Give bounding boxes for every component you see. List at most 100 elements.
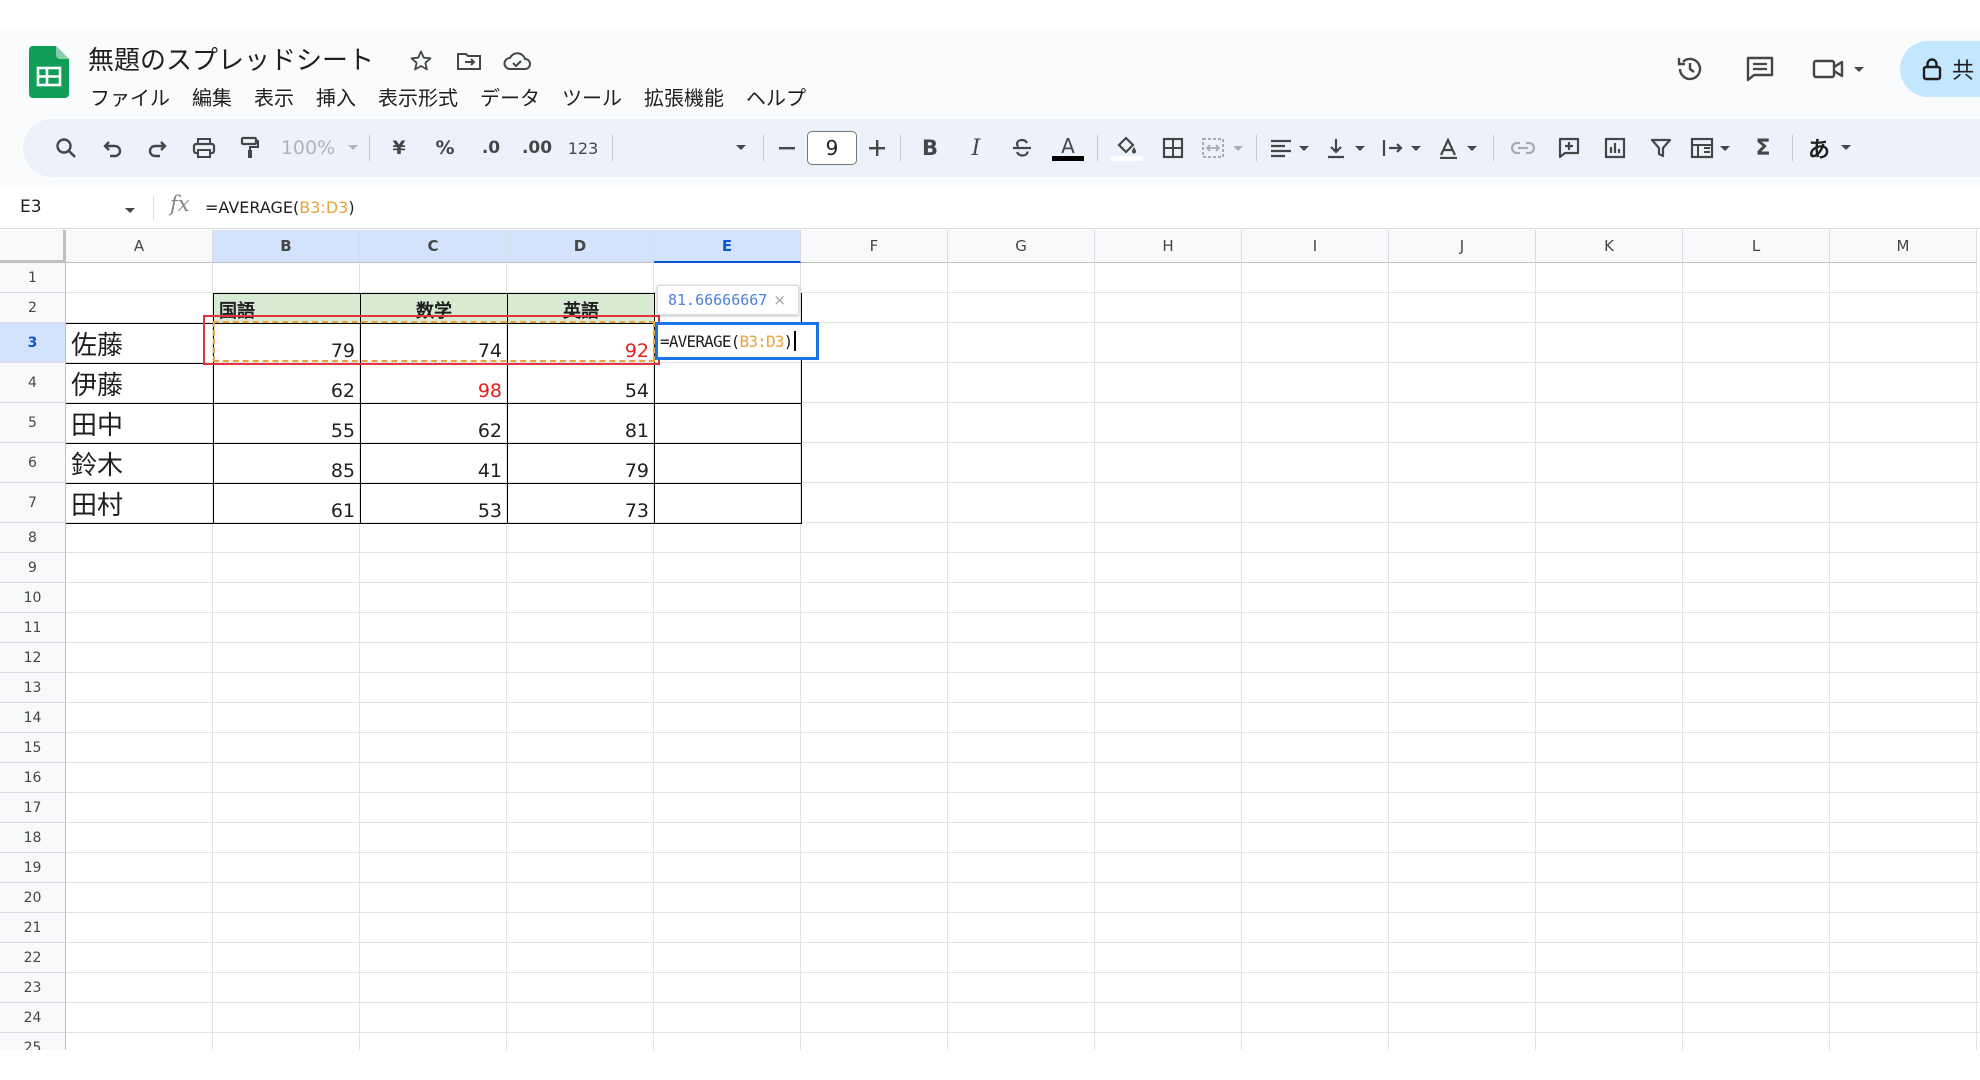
column-header-g[interactable]: G: [948, 230, 1095, 263]
version-history-icon[interactable]: [1670, 49, 1710, 89]
column-header-d[interactable]: D: [507, 230, 654, 263]
cloud-status-icon[interactable]: [500, 44, 534, 78]
zoom-dropdown-icon[interactable]: [343, 128, 363, 168]
menu-format[interactable]: 表示形式: [367, 78, 469, 115]
row-header-4[interactable]: 4: [0, 363, 66, 403]
input-tools-button[interactable]: あ: [1799, 128, 1863, 168]
score-cell[interactable]: 85: [213, 443, 361, 484]
insert-link-icon[interactable]: [1500, 128, 1546, 168]
average-cell[interactable]: [654, 483, 802, 524]
decrease-font-size-icon[interactable]: [770, 128, 804, 168]
row-header-14[interactable]: 14: [0, 703, 66, 733]
row-header-15[interactable]: 15: [0, 733, 66, 763]
row-header-22[interactable]: 22: [0, 943, 66, 973]
name-box-dropdown-icon[interactable]: [124, 200, 136, 219]
filter-views-icon[interactable]: [1684, 128, 1740, 168]
menu-view[interactable]: 表示: [243, 78, 305, 115]
vertical-align-icon[interactable]: [1319, 128, 1375, 168]
column-header-a[interactable]: A: [66, 230, 213, 263]
student-name-cell[interactable]: 伊藤: [66, 363, 214, 404]
column-header-m[interactable]: M: [1830, 230, 1977, 263]
currency-format-button[interactable]: ¥: [376, 128, 422, 168]
sheets-logo[interactable]: [29, 46, 69, 98]
row-header-19[interactable]: 19: [0, 853, 66, 883]
student-name-cell[interactable]: 田村: [66, 483, 214, 524]
menu-tools[interactable]: ツール: [551, 78, 633, 115]
row-header-25[interactable]: 25: [0, 1033, 66, 1050]
horizontal-align-icon[interactable]: [1263, 128, 1319, 168]
row-header-17[interactable]: 17: [0, 793, 66, 823]
row-header-1[interactable]: 1: [0, 263, 66, 293]
spreadsheet-grid[interactable]: A B C D E F G H I J K L M 1 2 3 4 5 6 7 8 9 10 11 12 13 14 15 16 17 18…: [0, 230, 1980, 1050]
fill-color-icon[interactable]: [1104, 128, 1150, 168]
score-cell[interactable]: 54: [507, 363, 655, 404]
menu-edit[interactable]: 編集: [181, 78, 243, 115]
score-cell[interactable]: 79: [507, 443, 655, 484]
score-cell[interactable]: 73: [507, 483, 655, 524]
row-header-13[interactable]: 13: [0, 673, 66, 703]
insert-chart-icon[interactable]: [1592, 128, 1638, 168]
row-header-20[interactable]: 20: [0, 883, 66, 913]
row-header-18[interactable]: 18: [0, 823, 66, 853]
italic-button[interactable]: I: [953, 128, 999, 168]
row-header-9[interactable]: 9: [0, 553, 66, 583]
score-cell[interactable]: 62: [360, 403, 508, 444]
column-header-e[interactable]: E: [654, 230, 801, 263]
insert-comment-icon[interactable]: [1546, 128, 1592, 168]
percent-format-button[interactable]: %: [422, 128, 468, 168]
column-header-h[interactable]: H: [1095, 230, 1242, 263]
student-name-cell[interactable]: 鈴木: [66, 443, 214, 484]
name-box[interactable]: E3: [20, 197, 42, 217]
row-header-6[interactable]: 6: [0, 443, 66, 483]
redo-icon[interactable]: [135, 128, 181, 168]
row-header-23[interactable]: 23: [0, 973, 66, 1003]
row-header-16[interactable]: 16: [0, 763, 66, 793]
row-header-3[interactable]: 3: [0, 323, 66, 363]
font-family-select[interactable]: [619, 128, 757, 168]
text-color-button[interactable]: A: [1045, 128, 1091, 168]
undo-icon[interactable]: [89, 128, 135, 168]
strikethrough-icon[interactable]: [999, 128, 1045, 168]
score-cell[interactable]: 55: [213, 403, 361, 444]
filter-icon[interactable]: [1638, 128, 1684, 168]
move-folder-icon[interactable]: [452, 44, 486, 78]
select-all-corner[interactable]: [0, 230, 66, 263]
bold-button[interactable]: B: [907, 128, 953, 168]
menu-insert[interactable]: 挿入: [305, 78, 367, 115]
row-header-5[interactable]: 5: [0, 403, 66, 443]
row-header-11[interactable]: 11: [0, 613, 66, 643]
score-cell[interactable]: 98: [360, 363, 508, 404]
functions-button[interactable]: Σ: [1740, 128, 1786, 168]
score-cell[interactable]: 81: [507, 403, 655, 444]
meet-icon[interactable]: [1810, 49, 1872, 89]
column-header-c[interactable]: C: [360, 230, 507, 263]
column-header-l[interactable]: L: [1683, 230, 1830, 263]
row-header-21[interactable]: 21: [0, 913, 66, 943]
cell-editor-e3[interactable]: =AVERAGE(B3:D3): [655, 322, 819, 360]
row-header-7[interactable]: 7: [0, 483, 66, 523]
comments-icon[interactable]: [1740, 49, 1780, 89]
student-name-cell[interactable]: 佐藤: [66, 323, 214, 364]
formula-input[interactable]: =AVERAGE(B3:D3): [205, 198, 355, 217]
row-header-8[interactable]: 8: [0, 523, 66, 553]
star-icon[interactable]: [404, 44, 438, 78]
menu-extensions[interactable]: 拡張機能: [633, 78, 735, 115]
column-header-b[interactable]: B: [213, 230, 360, 263]
increase-font-size-icon[interactable]: [860, 128, 894, 168]
zoom-select[interactable]: 100%: [273, 128, 343, 168]
column-header-k[interactable]: K: [1536, 230, 1683, 263]
close-icon[interactable]: ×: [773, 291, 786, 309]
average-cell[interactable]: [654, 363, 802, 404]
paint-format-icon[interactable]: [227, 128, 273, 168]
column-header-i[interactable]: I: [1242, 230, 1389, 263]
menu-help[interactable]: ヘルプ: [735, 78, 817, 115]
search-menus-icon[interactable]: [43, 128, 89, 168]
print-icon[interactable]: [181, 128, 227, 168]
average-cell[interactable]: [654, 443, 802, 484]
column-header-j[interactable]: J: [1389, 230, 1536, 263]
font-size-input[interactable]: 9: [807, 131, 857, 165]
document-title[interactable]: 無題のスプレッドシート: [88, 40, 374, 77]
row-header-10[interactable]: 10: [0, 583, 66, 613]
text-rotation-icon[interactable]: [1431, 128, 1487, 168]
increase-decimal-button[interactable]: .00: [514, 128, 560, 168]
